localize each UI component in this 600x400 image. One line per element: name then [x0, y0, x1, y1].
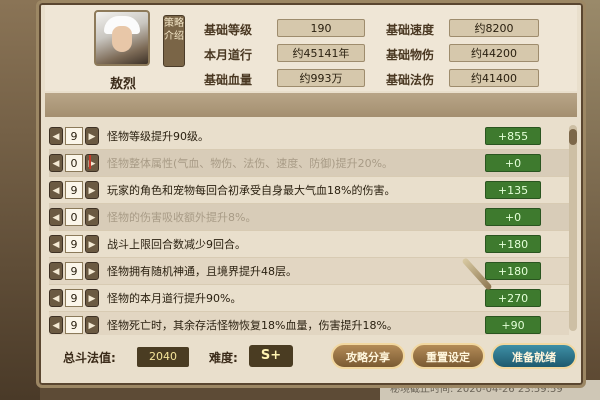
stat-value-magic: 约41400 [449, 69, 539, 87]
modifier-row: ◀ 9 ▶ 怪物死亡时，其余存活怪物恢复18%血量，伤害提升18%。 +90 [49, 312, 569, 335]
decrease-arrow-button[interactable]: ◀ [49, 208, 63, 226]
modifier-count: 9 [65, 127, 83, 145]
modifier-row: ◀ 9 ▶ 怪物拥有随机神通，且境界提升48层。 +180 [49, 258, 569, 285]
total-power-label: 总斗法值: [63, 351, 116, 365]
decrease-arrow-button[interactable]: ◀ [49, 154, 63, 172]
text-cursor [89, 155, 91, 169]
modifier-text: 怪物等级提升90级。 [107, 130, 209, 143]
stat-label-phys: 基础物伤 [386, 48, 435, 62]
total-power-value: 2040 [137, 347, 189, 367]
stat-label-dao: 本月道行 [204, 48, 253, 62]
stat-label-magic: 基础法伤 [386, 73, 435, 87]
stat-label-speed: 基础速度 [386, 23, 435, 37]
difficulty-badge: S+ [249, 345, 293, 367]
modifier-row: ◀ 9 ▶ 怪物等级提升90级。 +855 [49, 123, 569, 150]
modifier-bonus: +180 [485, 235, 541, 253]
increase-arrow-button[interactable]: ▶ [85, 127, 99, 145]
modifier-row: ◀ 9 ▶ 战斗上限回合数减少9回合。 +180 [49, 231, 569, 258]
stat-label-level: 基础等级 [204, 23, 253, 37]
decrease-arrow-button[interactable]: ◀ [49, 181, 63, 199]
increase-arrow-button[interactable]: ▶ [85, 181, 99, 199]
stat-value-level: 190 [277, 19, 365, 37]
modifier-text: 玩家的角色和宠物每回合初承受自身最大气血18%的伤害。 [107, 184, 396, 197]
share-strategy-button[interactable]: 攻略分享 [331, 343, 405, 369]
stat-value-speed: 约8200 [449, 19, 539, 37]
decrease-arrow-button[interactable]: ◀ [49, 289, 63, 307]
difficulty-label: 难度: [209, 351, 238, 365]
modifier-count: 9 [65, 181, 83, 199]
increase-arrow-button[interactable]: ▶ [85, 316, 99, 334]
increase-arrow-button[interactable]: ▶ [85, 235, 99, 253]
increase-arrow-button[interactable]: ▶ [85, 289, 99, 307]
modifier-row: ◀ 0 ▶ 怪物的伤害吸收额外提升8%。 +0 [49, 204, 569, 231]
modifier-bonus: +135 [485, 181, 541, 199]
modifier-text: 怪物的伤害吸收额外提升8%。 [107, 211, 257, 224]
stat-value-dao: 约45141年 [277, 44, 365, 62]
decrease-arrow-button[interactable]: ◀ [49, 235, 63, 253]
increase-arrow-button[interactable]: ▶ [85, 262, 99, 280]
strategy-intro-button[interactable]: 策略介绍 [163, 15, 185, 67]
modifier-bonus: +270 [485, 289, 541, 307]
scrollbar-thumb[interactable] [569, 129, 577, 145]
modifier-count: 9 [65, 316, 83, 334]
decrease-arrow-button[interactable]: ◀ [49, 127, 63, 145]
decrease-arrow-button[interactable]: ◀ [49, 262, 63, 280]
modifier-bonus: +180 [485, 262, 541, 280]
modifier-bonus: +855 [485, 127, 541, 145]
modifier-bonus: +0 [485, 208, 541, 226]
stat-label-hp: 基础血量 [204, 73, 253, 87]
increase-arrow-button[interactable]: ▶ [85, 208, 99, 226]
stat-value-phys: 约44200 [449, 44, 539, 62]
modifier-scrollbar[interactable] [569, 125, 577, 331]
hero-header: 敖烈 策略介绍 基础等级 190 基础速度 约8200 本月道行 约45141年… [45, 5, 577, 92]
portrait-face [112, 26, 132, 52]
challenge-panel: 敖烈 策略介绍 基础等级 190 基础速度 约8200 本月道行 约45141年… [36, 0, 586, 388]
modifier-count: 0 [65, 208, 83, 226]
modifier-bonus: +0 [485, 154, 541, 172]
modifier-text: 怪物拥有随机神通，且境界提升48层。 [107, 265, 297, 278]
increase-arrow-button[interactable]: ▶ [85, 154, 99, 172]
modifier-row: ◀ 9 ▶ 怪物的本月道行提升90%。 +270 [49, 285, 569, 312]
modifier-text: 怪物死亡时，其余存活怪物恢复18%血量，伤害提升18%。 [107, 319, 398, 332]
modifier-text: 怪物整体属性(气血、物伤、法伤、速度、防御)提升20%。 [107, 157, 394, 170]
section-divider [45, 93, 577, 117]
modifier-text: 怪物的本月道行提升90%。 [107, 292, 242, 305]
modifier-text: 战斗上限回合数减少9回合。 [107, 238, 246, 251]
hero-portrait[interactable] [94, 10, 150, 66]
modifier-count: 0 [65, 154, 83, 172]
modifier-bonus: +90 [485, 316, 541, 334]
background-left [0, 0, 40, 400]
modifier-count: 9 [65, 235, 83, 253]
modifier-row: ◀ 0 ▶ 怪物整体属性(气血、物伤、法伤、速度、防御)提升20%。 +0 [49, 150, 569, 177]
reset-settings-button[interactable]: 重置设定 [411, 343, 485, 369]
ready-button[interactable]: 准备就绪 [491, 343, 577, 369]
hero-name: 敖烈 [109, 77, 136, 92]
modifier-list: ◀ 9 ▶ 怪物等级提升90级。 +855 ◀ 0 ▶ 怪物整体属性(气血、物伤… [49, 123, 569, 335]
modifier-count: 9 [65, 262, 83, 280]
decrease-arrow-button[interactable]: ◀ [49, 316, 63, 334]
modifier-count: 9 [65, 289, 83, 307]
modifier-row: ◀ 9 ▶ 玩家的角色和宠物每回合初承受自身最大气血18%的伤害。 +135 [49, 177, 569, 204]
stat-value-hp: 约993万 [277, 69, 365, 87]
